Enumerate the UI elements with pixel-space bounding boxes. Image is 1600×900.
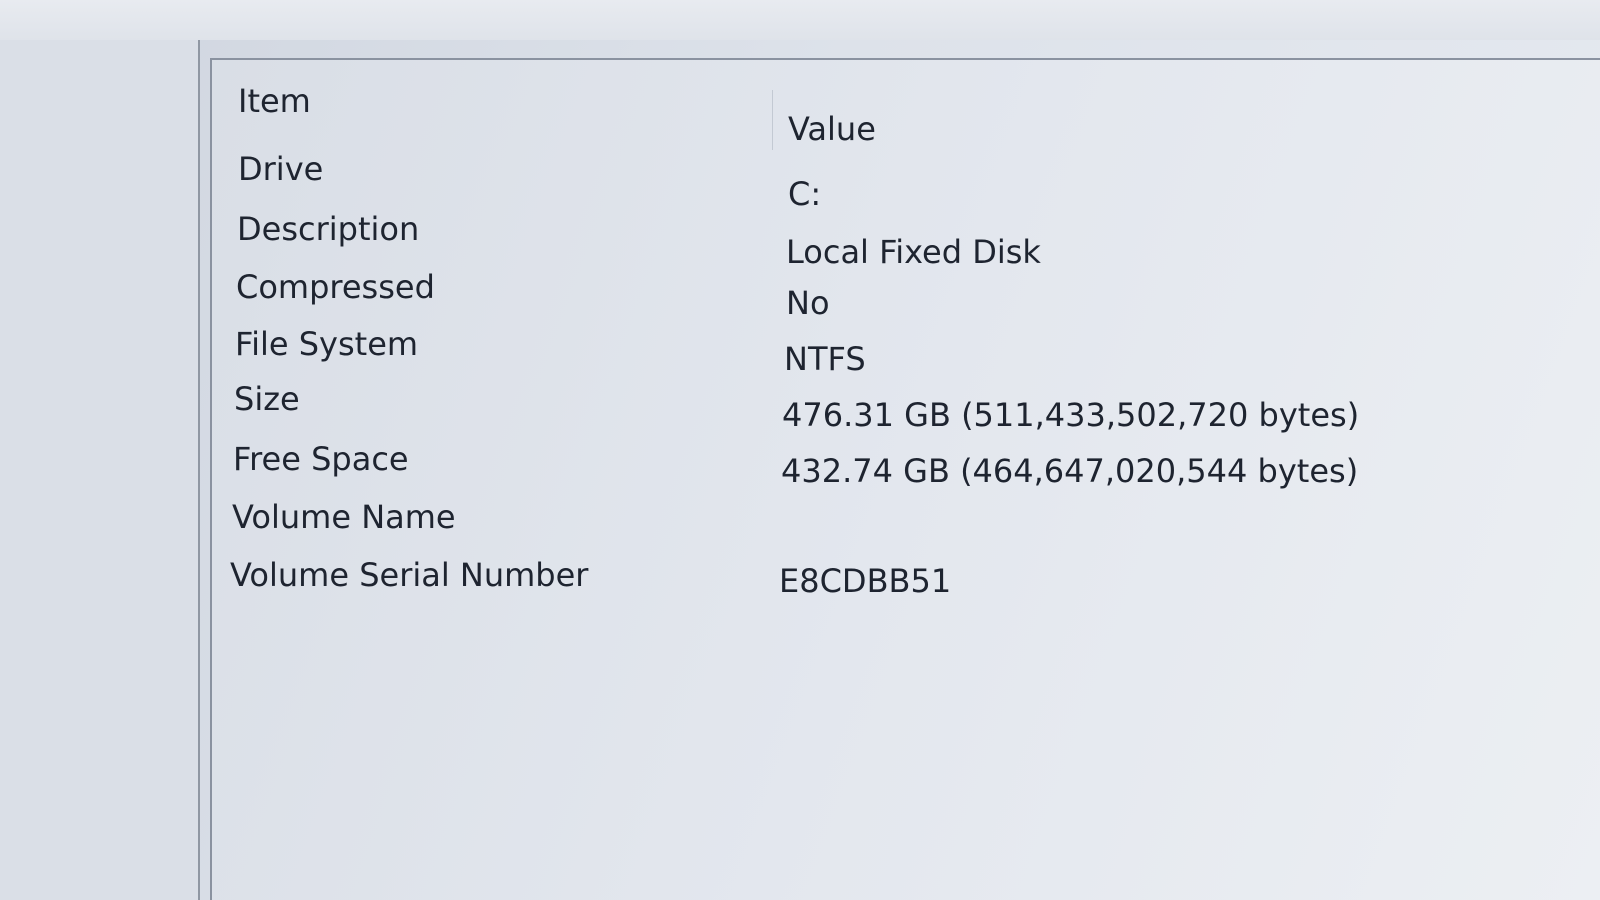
toolbar-area bbox=[0, 0, 1600, 40]
row-value-description[interactable]: Local Fixed Disk bbox=[786, 233, 1041, 271]
row-value-size[interactable]: 476.31 GB (511,433,502,720 bytes) bbox=[782, 396, 1359, 434]
row-value-free-space[interactable]: 432.74 GB (464,647,020,544 bytes) bbox=[781, 452, 1358, 490]
row-item-file-system[interactable]: File System bbox=[235, 325, 418, 363]
list-rows: Drive C: Description Local Fixed Disk Co… bbox=[212, 60, 1600, 900]
row-value-file-system[interactable]: NTFS bbox=[784, 340, 866, 378]
row-item-volume-serial-number[interactable]: Volume Serial Number bbox=[230, 556, 588, 594]
row-value-compressed[interactable]: No bbox=[786, 284, 830, 322]
row-item-drive[interactable]: Drive bbox=[238, 150, 323, 188]
row-item-free-space[interactable]: Free Space bbox=[233, 440, 409, 478]
row-value-drive[interactable]: C: bbox=[788, 175, 821, 213]
row-item-compressed[interactable]: Compressed bbox=[236, 268, 435, 306]
details-list-view[interactable]: Item Value Drive C: Description Local Fi… bbox=[210, 58, 1600, 900]
system-information-window: Item Value Drive C: Description Local Fi… bbox=[0, 0, 1600, 900]
row-item-volume-name[interactable]: Volume Name bbox=[232, 498, 456, 536]
row-item-description[interactable]: Description bbox=[237, 210, 419, 248]
row-item-size[interactable]: Size bbox=[234, 380, 300, 418]
category-tree-pane[interactable] bbox=[0, 40, 200, 900]
row-value-volume-serial-number[interactable]: E8CDBB51 bbox=[779, 562, 951, 600]
